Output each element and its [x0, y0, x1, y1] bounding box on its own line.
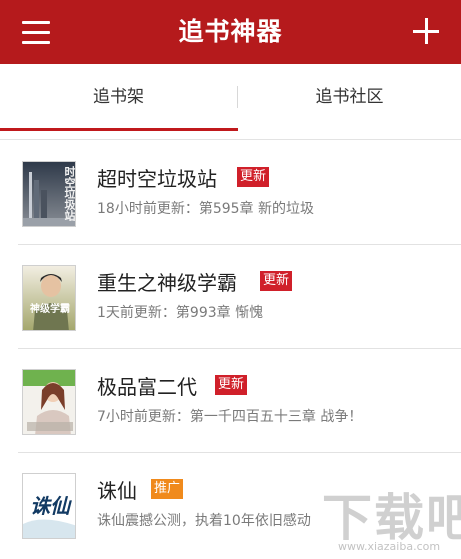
book-update-info: 1天前更新：第993章 惭愧: [97, 305, 264, 321]
book-list-item[interactable]: 神级学霸 重生之神级学霸 更新 1天前更新：第993章 惭愧: [0, 245, 461, 349]
book-cover: [22, 369, 76, 435]
book-title: 极品富二代: [97, 375, 197, 399]
tab-bar-divider: [0, 139, 461, 140]
book-title: 超时空垃圾站: [97, 167, 217, 191]
update-badge: 更新: [260, 271, 293, 291]
book-list-item[interactable]: 极品富二代 更新 7小时前更新：第一千四百五十三章 战争！: [0, 349, 461, 453]
active-tab-indicator: [0, 128, 238, 131]
promo-badge: 推广: [151, 479, 184, 499]
book-update-info: 7小时前更新：第一千四百五十三章 战争！: [97, 409, 363, 425]
cover-title: 神级学霸: [30, 304, 70, 315]
tab-bar: 追书架 追书社区: [0, 64, 461, 132]
book-list-item[interactable]: 诛仙 诛仙 推广 诛仙震撼公测，执着10年依旧感动: [0, 453, 461, 557]
book-description: 诛仙震撼公测，执着10年依旧感动: [97, 513, 311, 529]
book-cover: 诛仙: [22, 473, 76, 539]
book-title: 诛仙: [97, 479, 137, 503]
hamburger-menu-icon[interactable]: [22, 20, 50, 44]
update-badge: 更新: [215, 375, 248, 395]
tab-community[interactable]: 追书社区: [238, 64, 461, 132]
book-list-item[interactable]: 时空垃圾站 超时空垃圾站 更新 18小时前更新：第595章 新的垃圾: [0, 141, 461, 245]
app-title: 追书神器: [178, 17, 283, 46]
cover-title: 时空垃圾站: [63, 166, 76, 221]
book-cover: 时空垃圾站: [22, 161, 76, 227]
update-badge: 更新: [237, 167, 270, 187]
app-bar: 追书神器: [0, 0, 461, 64]
plus-icon[interactable]: [413, 18, 439, 44]
cover-title: 诛仙: [30, 494, 70, 518]
book-title: 重生之神级学霸: [97, 271, 237, 295]
book-cover: 神级学霸: [22, 265, 76, 331]
book-update-info: 18小时前更新：第595章 新的垃圾: [97, 201, 314, 217]
tab-bookshelf[interactable]: 追书架: [0, 64, 237, 132]
